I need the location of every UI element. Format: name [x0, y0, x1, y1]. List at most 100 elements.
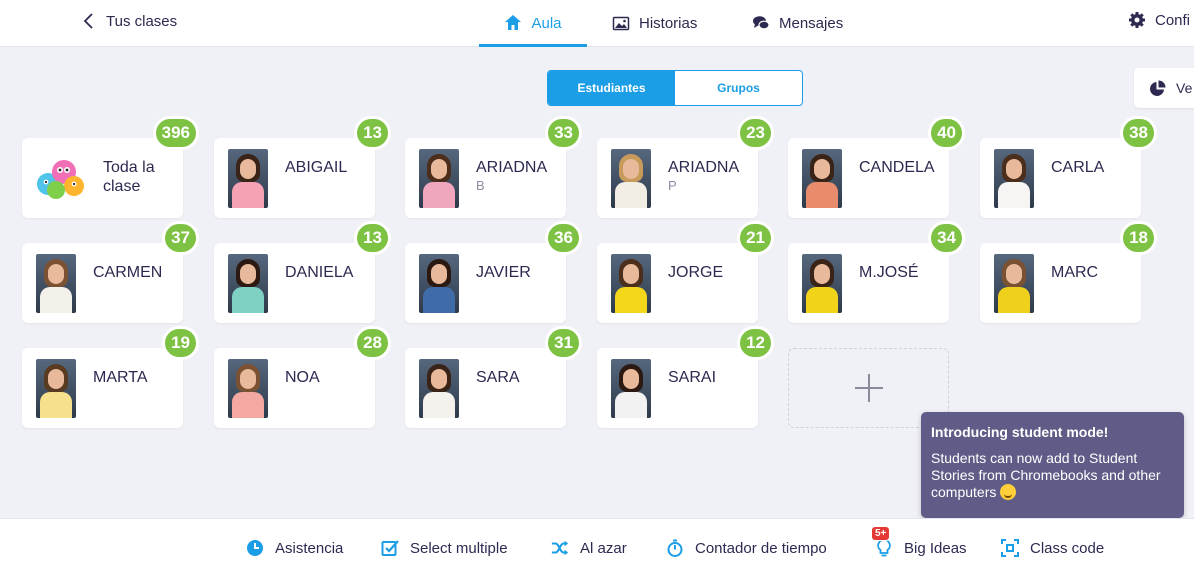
- avatar-shirt: [998, 182, 1030, 208]
- student-card[interactable]: MARC 18: [980, 221, 1157, 323]
- tooltip-body: Students can now add to Student Stories …: [931, 450, 1174, 501]
- settings-button[interactable]: Confi: [1128, 11, 1190, 29]
- student-name: CARLA: [1051, 159, 1105, 176]
- view-report-label: Ve: [1176, 80, 1193, 96]
- student-name: MARC: [1051, 264, 1099, 281]
- student-avatar: [802, 149, 842, 208]
- whole-class-card[interactable]: Toda la clase 396: [22, 116, 199, 218]
- timer-button[interactable]: Contador de tiempo: [666, 539, 827, 557]
- points-badge: 31: [545, 326, 582, 360]
- student-card[interactable]: JORGE 21: [597, 221, 774, 323]
- qr-code-icon: [1001, 539, 1019, 557]
- student-card[interactable]: CANDELA 40: [788, 116, 965, 218]
- student-avatar: [228, 254, 268, 313]
- class-code-button[interactable]: Class code: [1001, 539, 1104, 557]
- select-multiple-button[interactable]: Select multiple: [381, 539, 508, 557]
- avatar-shirt: [423, 182, 455, 208]
- select-multiple-label: Select multiple: [410, 539, 508, 557]
- student-avatar: [419, 359, 459, 418]
- student-avatar: [611, 254, 651, 313]
- avatar-shirt: [806, 287, 838, 313]
- avatar-shirt: [615, 392, 647, 418]
- settings-label: Confi: [1155, 11, 1191, 29]
- student-card[interactable]: ARIADNA B 33: [405, 116, 582, 218]
- random-button[interactable]: Al azar: [551, 539, 627, 557]
- student-avatar: [419, 149, 459, 208]
- student-card[interactable]: ABIGAIL 13: [214, 116, 391, 218]
- view-report-button[interactable]: Ve: [1134, 68, 1194, 108]
- student-name: SARA: [476, 369, 520, 386]
- student-initial: P: [668, 178, 677, 193]
- tab-mensajes[interactable]: Mensajes: [752, 0, 843, 46]
- points-badge: 40: [928, 116, 965, 150]
- tooltip-body-text: Students can now add to Student Stories …: [931, 450, 1161, 500]
- student-avatar: [994, 149, 1034, 208]
- student-avatar: [36, 254, 76, 313]
- student-card[interactable]: ARIADNA P 23: [597, 116, 774, 218]
- back-label: Tus clases: [106, 12, 178, 30]
- points-badge: 21: [737, 221, 774, 255]
- timer-label: Contador de tiempo: [695, 539, 827, 557]
- points-badge: 19: [162, 326, 199, 360]
- points-badge: 38: [1120, 116, 1157, 150]
- random-label: Al azar: [580, 539, 627, 557]
- tab-aula[interactable]: Aula: [479, 0, 587, 47]
- student-card[interactable]: SARAI 12: [597, 326, 774, 428]
- student-avatar: [611, 149, 651, 208]
- student-mode-tooltip: Introducing student mode! Students can n…: [921, 412, 1184, 518]
- student-card[interactable]: SARA 31: [405, 326, 582, 428]
- chevron-left-icon: [83, 13, 93, 29]
- big-ideas-button[interactable]: 5+ Big Ideas: [871, 526, 967, 557]
- student-card[interactable]: DANIELA 13: [214, 221, 391, 323]
- pie-chart-icon: [1150, 80, 1166, 96]
- student-card[interactable]: M.JOSÉ 34: [788, 221, 965, 323]
- student-name: ARIADNA: [668, 159, 740, 176]
- student-name: ARIADNA: [476, 159, 548, 176]
- student-name: SARAI: [668, 369, 717, 386]
- student-avatar: [802, 254, 842, 313]
- whole-class-label: Toda la clase: [103, 159, 155, 195]
- student-avatar: [36, 359, 76, 418]
- avatar-shirt: [615, 287, 647, 313]
- student-card[interactable]: JAVIER 36: [405, 221, 582, 323]
- student-card[interactable]: CARMEN 37: [22, 221, 199, 323]
- points-badge: 37: [162, 221, 199, 255]
- avatar-shirt: [423, 392, 455, 418]
- groups-segment[interactable]: Grupos: [675, 71, 802, 105]
- big-ideas-label: Big Ideas: [904, 539, 967, 557]
- smile-emoji-icon: [1000, 484, 1017, 500]
- student-name: ABIGAIL: [285, 159, 348, 176]
- student-avatar: [611, 359, 651, 418]
- student-avatar: [994, 254, 1034, 313]
- student-name: CARMEN: [93, 264, 163, 281]
- tab-historias-label: Historias: [639, 14, 698, 32]
- attendance-label: Asistencia: [275, 539, 344, 557]
- back-to-classes-link[interactable]: Tus clases: [82, 12, 177, 30]
- students-segment[interactable]: Estudiantes: [548, 71, 675, 105]
- avatar-shirt: [423, 287, 455, 313]
- student-initial: B: [476, 178, 485, 193]
- points-badge: 28: [354, 326, 391, 360]
- avatar-shirt: [998, 287, 1030, 313]
- points-badge: 34: [928, 221, 965, 255]
- points-badge: 36: [545, 221, 582, 255]
- student-card[interactable]: MARTA 19: [22, 326, 199, 428]
- home-icon: [505, 15, 522, 30]
- student-card[interactable]: NOA 28: [214, 326, 391, 428]
- attendance-button[interactable]: Asistencia: [246, 539, 343, 557]
- tab-historias[interactable]: Historias: [612, 0, 697, 46]
- points-badge: 396: [152, 116, 199, 150]
- points-badge: 13: [354, 116, 391, 150]
- stopwatch-icon: [667, 539, 683, 557]
- tooltip-title: Introducing student mode!: [931, 424, 1109, 440]
- avatar-shirt: [232, 392, 264, 418]
- gear-icon: [1129, 12, 1145, 28]
- avatar-shirt: [615, 182, 647, 208]
- clock-icon: [247, 540, 263, 556]
- student-card[interactable]: CARLA 38: [980, 116, 1157, 218]
- student-name: JORGE: [668, 264, 724, 281]
- tab-aula-label: Aula: [531, 14, 562, 32]
- student-name: CANDELA: [859, 159, 935, 176]
- points-badge: 13: [354, 221, 391, 255]
- top-navigation-bar: Tus clases Aula Historias Mensajes Confi: [0, 0, 1194, 47]
